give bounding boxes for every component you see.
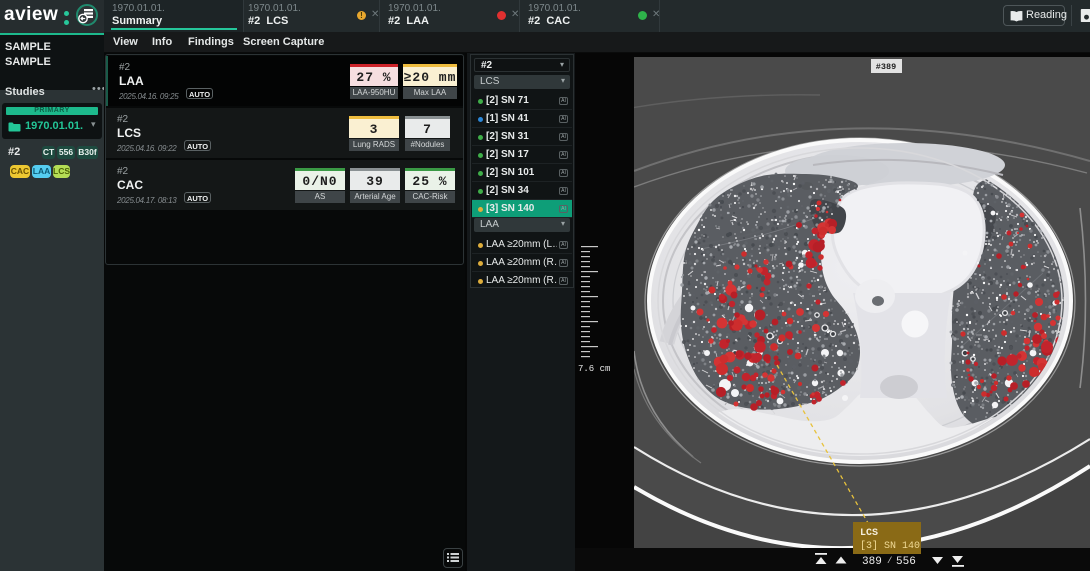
- svg-text:LCS: LCS: [860, 528, 878, 539]
- svg-text:7.6 cm: 7.6 cm: [578, 364, 610, 374]
- svg-text:556: 556: [896, 556, 916, 568]
- svg-text:[3] SN 140: [3] SN 140: [860, 540, 920, 552]
- svg-text:#389: #389: [876, 62, 896, 72]
- svg-text:389: 389: [862, 556, 882, 568]
- svg-text:/: /: [887, 556, 892, 566]
